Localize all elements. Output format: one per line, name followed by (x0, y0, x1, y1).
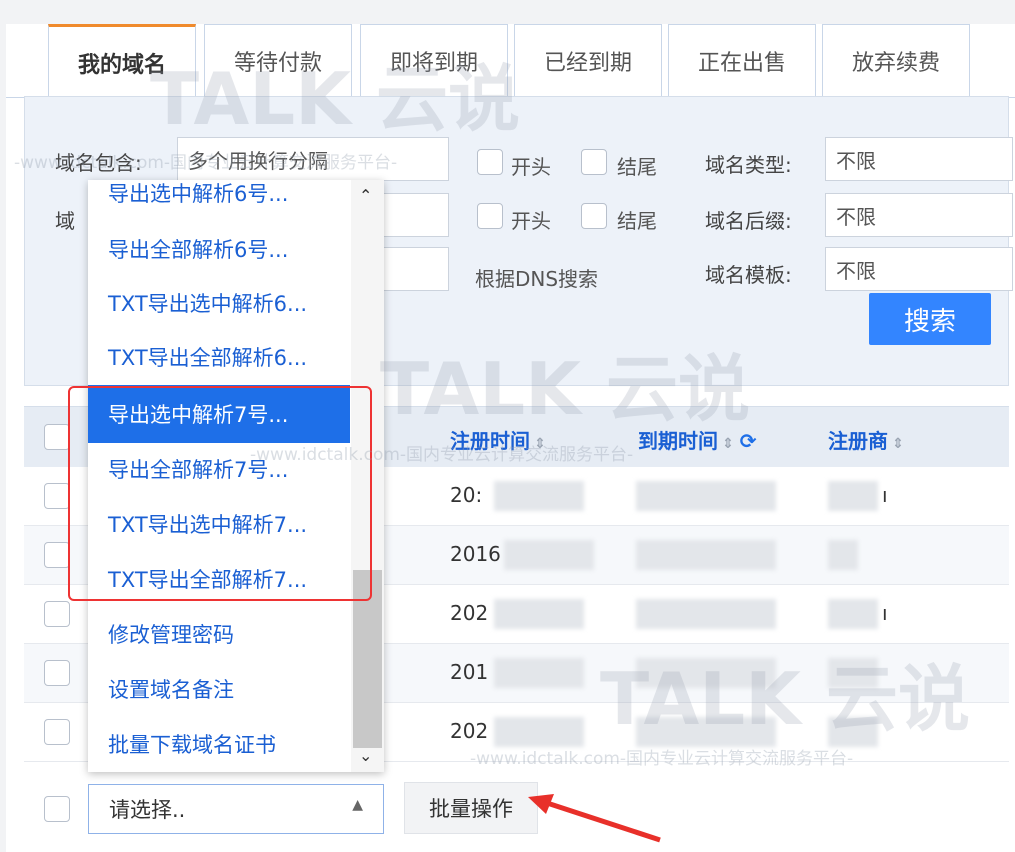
redacted-block (636, 599, 776, 629)
register-time-cell: 202 (450, 719, 489, 743)
row-checkbox[interactable] (44, 660, 70, 686)
register-time-cell: 202 (450, 601, 489, 625)
starts-with-label-2: 开头 (511, 209, 551, 233)
register-time-cell: 20: (450, 483, 483, 507)
tab-expiring-soon[interactable]: 即将到期 (360, 24, 508, 96)
row-checkbox[interactable] (44, 719, 70, 745)
filter-label-2: 域 (55, 209, 75, 233)
dropdown-item-export-selected-6[interactable]: 导出选中解析6号... (88, 180, 350, 222)
domain-contains-label: 域名包含: (55, 151, 142, 175)
dns-search-label[interactable]: 根据DNS搜索 (475, 263, 598, 292)
refresh-icon[interactable]: ⟳ (740, 429, 757, 453)
domain-type-select[interactable]: 不限 (825, 137, 1013, 181)
sort-icon[interactable]: ⇕ (534, 436, 546, 452)
col-register-time[interactable]: 注册时间 ⇕ (450, 425, 546, 454)
select-all-checkbox[interactable] (44, 424, 70, 450)
batch-operation-button[interactable]: 批量操作 (404, 782, 538, 834)
ends-with-label-1: 结尾 (617, 155, 657, 179)
tab-on-sale[interactable]: 正在出售 (668, 24, 816, 96)
ends-with-checkbox-2[interactable] (581, 203, 607, 229)
redacted-block (636, 540, 776, 570)
col-registrar[interactable]: 注册商 ⇕ (828, 425, 904, 454)
row-checkbox[interactable] (44, 542, 70, 568)
batch-action-select[interactable]: 请选择.. ▲ (88, 784, 384, 834)
tab-my-domains[interactable]: 我的域名 (48, 24, 196, 98)
sort-icon[interactable]: ⇕ (722, 436, 734, 452)
ends-with-label-2: 结尾 (617, 209, 657, 233)
caret-up-icon[interactable]: ▲ (352, 797, 363, 813)
register-time-cell: 201 (450, 660, 489, 684)
ends-with-checkbox-1[interactable] (581, 149, 607, 175)
scroll-up-icon[interactable]: ⌃ (359, 186, 372, 205)
redacted-block (504, 540, 594, 570)
redacted-block (828, 658, 878, 688)
highlight-box-annotation (68, 386, 372, 601)
sort-icon[interactable]: ⇕ (892, 436, 904, 452)
row-checkbox[interactable] (44, 601, 70, 627)
starts-with-checkbox-2[interactable] (477, 203, 503, 229)
redacted-block (494, 599, 584, 629)
dropdown-item-change-password[interactable]: 修改管理密码 (88, 605, 350, 663)
dropdown-item-set-remark[interactable]: 设置域名备注 (88, 660, 350, 718)
domain-template-select[interactable]: 不限 (825, 247, 1013, 291)
domain-suffix-select[interactable]: 不限 (825, 193, 1013, 237)
dropdown-item-txt-export-selected-6[interactable]: TXT导出选中解析6... (88, 274, 350, 332)
redacted-block (494, 717, 584, 747)
redacted-block (494, 658, 584, 688)
redacted-block (828, 599, 878, 629)
domain-contains-input[interactable]: 多个用换行分隔 (177, 137, 449, 181)
dropdown-item-export-all-6[interactable]: 导出全部解析6号... (88, 220, 350, 278)
dropdown-item-download-certificates[interactable]: 批量下载域名证书 (88, 715, 350, 772)
scroll-down-icon[interactable]: ⌄ (359, 746, 372, 765)
redacted-block (828, 717, 878, 747)
red-arrow-annotation (528, 794, 661, 843)
register-time-cell: 2016 (450, 542, 501, 566)
search-button[interactable]: 搜索 (869, 293, 991, 345)
tab-pending-payment[interactable]: 等待付款 (204, 24, 352, 96)
redacted-block (828, 481, 878, 511)
redacted-block (636, 717, 776, 747)
batch-action-bar: 请选择.. ▲ 批量操作 (24, 776, 1009, 852)
domain-template-label: 域名模板: (705, 263, 792, 287)
registrar-cell: ı (882, 601, 888, 625)
starts-with-label-1: 开头 (511, 155, 551, 179)
redacted-block (828, 540, 858, 570)
tab-expired[interactable]: 已经到期 (514, 24, 662, 96)
redacted-block (636, 658, 776, 688)
batch-select-value: 请选择.. (109, 798, 186, 822)
registrar-cell: ı (882, 483, 888, 507)
redacted-block (494, 481, 584, 511)
domain-type-label: 域名类型: (705, 153, 792, 177)
bottom-select-all-checkbox[interactable] (44, 796, 70, 822)
tab-abandon-renewal[interactable]: 放弃续费 (822, 24, 970, 96)
dropdown-item-txt-export-all-6[interactable]: TXT导出全部解析6... (88, 328, 350, 386)
domain-suffix-label: 域名后缀: (705, 209, 792, 233)
starts-with-checkbox-1[interactable] (477, 149, 503, 175)
row-checkbox[interactable] (44, 483, 70, 509)
redacted-block (636, 481, 776, 511)
col-expire-time[interactable]: 到期时间 ⇕ ⟳ (638, 425, 757, 454)
tab-bar: 我的域名 等待付款 即将到期 已经到期 正在出售 放弃续费 (6, 24, 1015, 98)
